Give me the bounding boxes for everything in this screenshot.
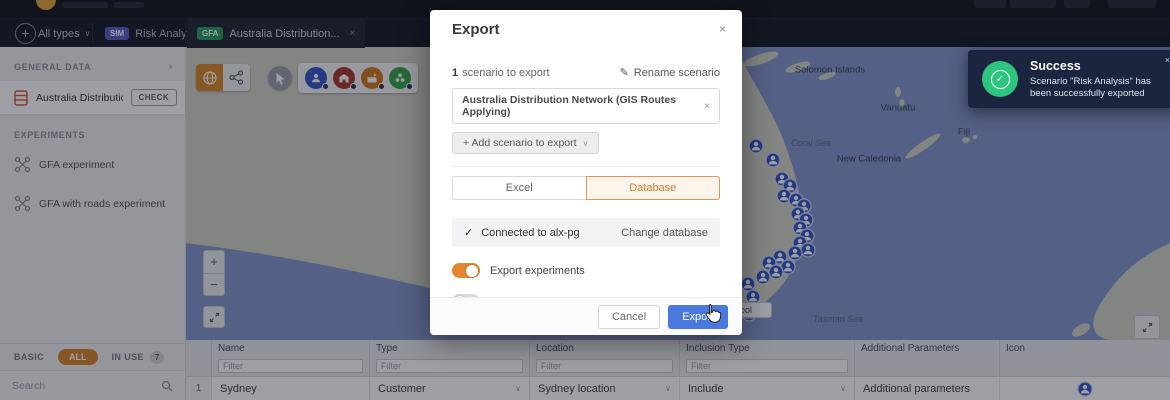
scenario-chip: Australia Distribution Network (GIS Rout… — [452, 88, 720, 124]
check-icon: ✓ — [464, 226, 473, 239]
success-toast: ✓ Success Scenario "Risk Analysis" has b… — [968, 50, 1170, 108]
close-toast-icon[interactable]: × — [1165, 55, 1170, 65]
export-experiments-toggle[interactable] — [452, 263, 480, 278]
success-check-icon: ✓ — [982, 61, 1018, 97]
export-dialog: Export × 1scenario to export ✎ Rename sc… — [430, 10, 742, 335]
change-database-button[interactable]: Change database — [621, 227, 708, 239]
toast-title: Success — [1030, 59, 1081, 73]
connection-status: Connected to alx-pg — [481, 227, 579, 239]
scenario-count-label: 1scenario to export — [452, 67, 550, 79]
export-target-tabs: Excel Database — [452, 176, 720, 200]
rename-scenario-button[interactable]: ✎ Rename scenario — [620, 66, 720, 79]
export-button[interactable]: Export — [668, 305, 728, 329]
toast-message: Scenario "Risk Analysis" has been succes… — [1030, 76, 1162, 100]
pencil-icon: ✎ — [620, 66, 629, 79]
add-scenario-button[interactable]: + Add scenario to export∨ — [452, 132, 599, 154]
tab-database[interactable]: Database — [586, 176, 721, 200]
connection-status-bar: ✓ Connected to alx-pg Change database — [452, 218, 720, 247]
dialog-title: Export — [452, 21, 500, 38]
remove-scenario-icon[interactable]: × — [704, 100, 710, 112]
close-dialog-icon[interactable]: × — [719, 22, 726, 36]
chevron-down-icon: ∨ — [583, 139, 589, 148]
tab-excel[interactable]: Excel — [452, 176, 586, 200]
toggle-label: Export experiments — [490, 265, 585, 277]
cancel-button[interactable]: Cancel — [598, 305, 660, 329]
app-window: Solomon IslandsVanuatuFijiCoral SeaNew C… — [0, 0, 1170, 400]
